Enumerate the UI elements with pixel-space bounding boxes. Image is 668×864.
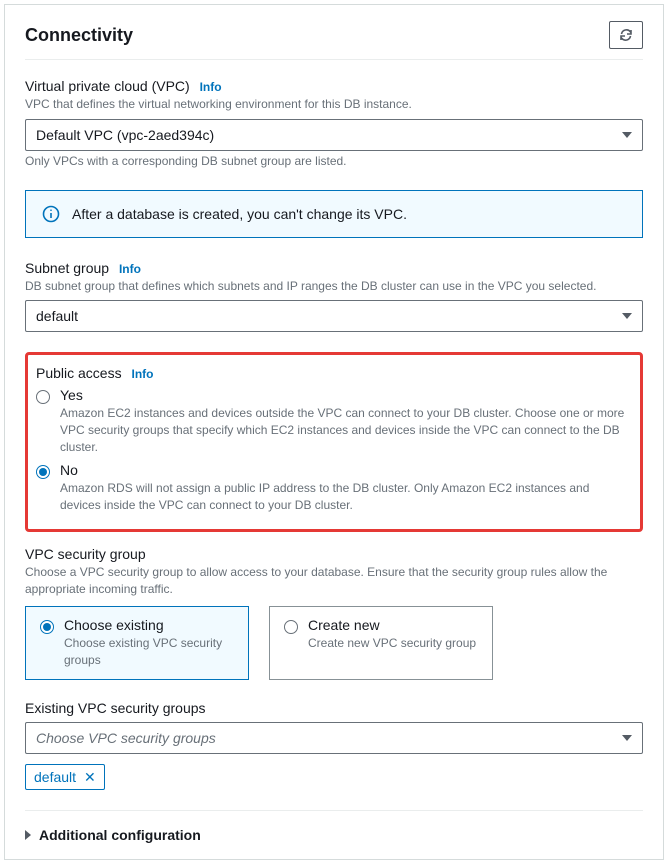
chevron-down-icon (622, 132, 632, 138)
sg-token-label: default (34, 769, 76, 785)
existing-sg-label: Existing VPC security groups (25, 700, 643, 716)
vpc-select[interactable]: Default VPC (vpc-2aed394c) (25, 119, 643, 151)
existing-sg-section: Existing VPC security groups Choose VPC … (25, 700, 643, 790)
vpc-label-row: Virtual private cloud (VPC) Info (25, 78, 643, 94)
security-group-section: VPC security group Choose a VPC security… (25, 546, 643, 679)
option-yes-label: Yes (60, 387, 632, 403)
option-no-desc: Amazon RDS will not assign a public IP a… (60, 480, 632, 514)
sg-opt-existing-label: Choose existing (64, 617, 234, 633)
vpc-footnote: Only VPCs with a corresponding DB subnet… (25, 153, 643, 170)
vpc-helper: VPC that defines the virtual networking … (25, 96, 643, 113)
subnet-helper: DB subnet group that defines which subne… (25, 278, 643, 295)
security-group-options: Choose existing Choose existing VPC secu… (25, 606, 643, 680)
option-yes-desc: Amazon EC2 instances and devices outside… (60, 405, 632, 455)
notice-text: After a database is created, you can't c… (72, 206, 407, 222)
sg-opt-new-desc: Create new VPC security group (308, 635, 476, 652)
panel-title: Connectivity (25, 25, 133, 46)
subnet-section: Subnet group Info DB subnet group that d… (25, 260, 643, 333)
chevron-down-icon (622, 735, 632, 741)
sg-opt-new-label: Create new (308, 617, 476, 633)
refresh-icon (618, 27, 634, 43)
sg-opt-existing-desc: Choose existing VPC security groups (64, 635, 234, 669)
existing-sg-placeholder: Choose VPC security groups (36, 730, 216, 746)
subnet-info-link[interactable]: Info (119, 262, 141, 276)
vpc-select-value: Default VPC (vpc-2aed394c) (36, 127, 214, 143)
subnet-select[interactable]: default (25, 300, 643, 332)
security-group-label: VPC security group (25, 546, 643, 562)
public-access-option-yes[interactable]: Yes Amazon EC2 instances and devices out… (36, 387, 632, 455)
close-icon[interactable]: ✕ (84, 770, 96, 784)
option-no-label: No (60, 462, 632, 478)
subnet-select-value: default (36, 308, 78, 324)
radio-icon (284, 620, 298, 634)
refresh-button[interactable] (609, 21, 643, 49)
radio-icon (40, 620, 54, 634)
public-access-highlight: Public access Info Yes Amazon EC2 instan… (25, 352, 643, 532)
chevron-right-icon (25, 830, 31, 840)
vpc-change-notice: After a database is created, you can't c… (25, 190, 643, 238)
vpc-label: Virtual private cloud (VPC) (25, 78, 190, 94)
public-access-label: Public access (36, 365, 122, 381)
public-access-option-no[interactable]: No Amazon RDS will not assign a public I… (36, 462, 632, 514)
public-access-info-link[interactable]: Info (131, 367, 153, 381)
radio-icon (36, 465, 50, 479)
additional-config-label: Additional configuration (39, 827, 201, 843)
sg-option-create-new[interactable]: Create new Create new VPC security group (269, 606, 493, 680)
security-group-helper: Choose a VPC security group to allow acc… (25, 564, 643, 598)
subnet-label: Subnet group (25, 260, 109, 276)
vpc-section: Virtual private cloud (VPC) Info VPC tha… (25, 78, 643, 170)
sg-token-default[interactable]: default ✕ (25, 764, 105, 790)
info-icon (42, 205, 60, 223)
vpc-info-link[interactable]: Info (200, 80, 222, 94)
existing-sg-select[interactable]: Choose VPC security groups (25, 722, 643, 754)
chevron-down-icon (622, 313, 632, 319)
additional-config-expander[interactable]: Additional configuration (25, 810, 643, 843)
connectivity-panel: Connectivity Virtual private cloud (VPC)… (4, 4, 664, 860)
radio-icon (36, 390, 50, 404)
subnet-label-row: Subnet group Info (25, 260, 643, 276)
sg-option-choose-existing[interactable]: Choose existing Choose existing VPC secu… (25, 606, 249, 680)
public-access-label-row: Public access Info (36, 365, 632, 381)
panel-header: Connectivity (25, 21, 643, 60)
